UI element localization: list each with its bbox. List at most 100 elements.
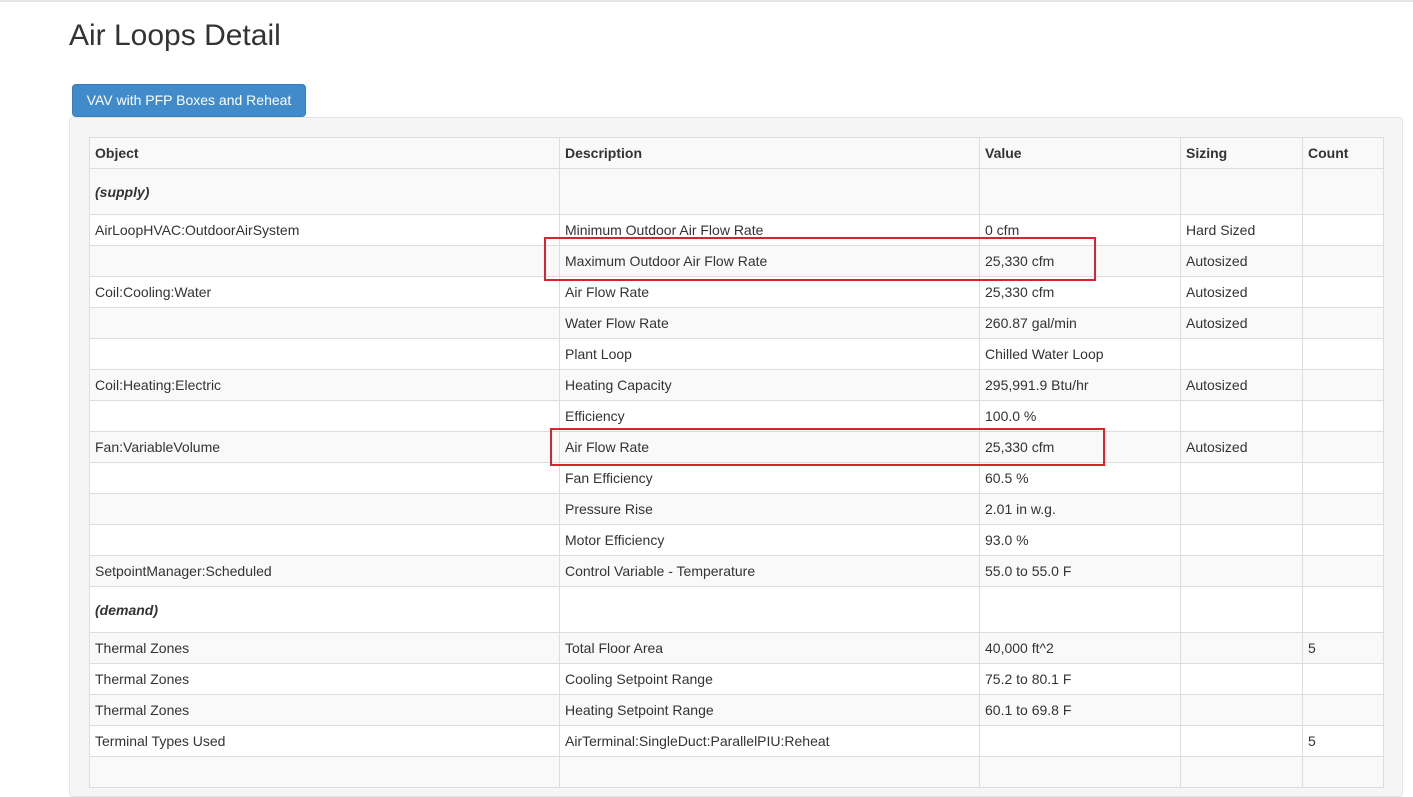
cell-description: Heating Setpoint Range — [559, 694, 980, 726]
cell-sizing — [1180, 462, 1303, 494]
cell-value: 25,330 cfm — [979, 431, 1181, 463]
section-label: (supply) — [89, 168, 560, 215]
table-row — [89, 756, 1384, 788]
cell-sizing: Autosized — [1180, 369, 1303, 401]
cell-value: 25,330 cfm — [979, 245, 1181, 277]
table-row: Efficiency 100.0 % — [89, 400, 1384, 432]
top-divider — [0, 0, 1413, 2]
table-section-row: (demand) — [89, 586, 1384, 633]
cell-description: Pressure Rise — [559, 493, 980, 525]
cell-description — [559, 756, 980, 788]
cell-description: Control Variable - Temperature — [559, 555, 980, 587]
cell-description: Maximum Outdoor Air Flow Rate — [559, 245, 980, 277]
cell-sizing — [1180, 756, 1303, 788]
cell-description: Water Flow Rate — [559, 307, 980, 339]
cell-value: 60.1 to 69.8 F — [979, 694, 1181, 726]
cell-sizing: Autosized — [1180, 245, 1303, 277]
cell-object: Coil:Cooling:Water — [89, 276, 560, 308]
cell-value: 60.5 % — [979, 462, 1181, 494]
cell-sizing — [1180, 725, 1303, 757]
cell-count — [1302, 276, 1384, 308]
cell-description: Fan Efficiency — [559, 462, 980, 494]
cell-count — [1302, 663, 1384, 695]
table-section-row: (supply) — [89, 168, 1384, 215]
table-cell — [559, 168, 980, 215]
table-row: SetpointManager:Scheduled Control Variab… — [89, 555, 1384, 587]
cell-sizing — [1180, 493, 1303, 525]
table-row: Thermal Zones Cooling Setpoint Range 75.… — [89, 663, 1384, 695]
cell-value: 40,000 ft^2 — [979, 632, 1181, 664]
cell-object: Coil:Heating:Electric — [89, 369, 560, 401]
column-header-sizing: Sizing — [1180, 137, 1303, 169]
cell-sizing: Autosized — [1180, 431, 1303, 463]
table-row: Coil:Heating:Electric Heating Capacity 2… — [89, 369, 1384, 401]
cell-sizing — [1180, 663, 1303, 695]
section-label: (demand) — [89, 586, 560, 633]
cell-object: Thermal Zones — [89, 632, 560, 664]
cell-description: Minimum Outdoor Air Flow Rate — [559, 214, 980, 246]
table-cell — [1180, 168, 1303, 215]
cell-description: Heating Capacity — [559, 369, 980, 401]
cell-value: 0 cfm — [979, 214, 1181, 246]
cell-description: Air Flow Rate — [559, 431, 980, 463]
cell-object: SetpointManager:Scheduled — [89, 555, 560, 587]
cell-sizing: Autosized — [1180, 307, 1303, 339]
cell-object: Thermal Zones — [89, 663, 560, 695]
table-cell — [979, 168, 1181, 215]
cell-sizing — [1180, 524, 1303, 556]
cell-value — [979, 725, 1181, 757]
cell-count — [1302, 524, 1384, 556]
cell-value: 93.0 % — [979, 524, 1181, 556]
cell-sizing — [1180, 338, 1303, 370]
cell-description: Air Flow Rate — [559, 276, 980, 308]
cell-object: Terminal Types Used — [89, 725, 560, 757]
air-loops-detail-table: Object Description Value Sizing Count (s… — [89, 137, 1384, 788]
cell-object: AirLoopHVAC:OutdoorAirSystem — [89, 214, 560, 246]
cell-value: 25,330 cfm — [979, 276, 1181, 308]
cell-sizing — [1180, 694, 1303, 726]
cell-count — [1302, 756, 1384, 788]
table-row: AirLoopHVAC:OutdoorAirSystem Minimum Out… — [89, 214, 1384, 246]
table-row: Coil:Cooling:Water Air Flow Rate 25,330 … — [89, 276, 1384, 308]
column-header-object: Object — [89, 137, 560, 169]
column-header-description: Description — [559, 137, 980, 169]
table-row: Maximum Outdoor Air Flow Rate 25,330 cfm… — [89, 245, 1384, 277]
column-header-count: Count — [1302, 137, 1384, 169]
table-row: Plant Loop Chilled Water Loop — [89, 338, 1384, 370]
cell-object — [89, 400, 560, 432]
cell-object — [89, 307, 560, 339]
cell-sizing — [1180, 632, 1303, 664]
cell-object — [89, 493, 560, 525]
cell-sizing — [1180, 400, 1303, 432]
table-row: Thermal Zones Heating Setpoint Range 60.… — [89, 694, 1384, 726]
cell-count — [1302, 307, 1384, 339]
cell-value: Chilled Water Loop — [979, 338, 1181, 370]
table-cell — [1302, 168, 1384, 215]
cell-object — [89, 756, 560, 788]
cell-value: 295,991.9 Btu/hr — [979, 369, 1181, 401]
cell-count — [1302, 431, 1384, 463]
cell-count — [1302, 369, 1384, 401]
table-row: Motor Efficiency 93.0 % — [89, 524, 1384, 556]
cell-count — [1302, 338, 1384, 370]
table-cell — [1180, 586, 1303, 633]
cell-sizing: Autosized — [1180, 276, 1303, 308]
cell-object — [89, 245, 560, 277]
table-row: Terminal Types Used AirTerminal:SingleDu… — [89, 725, 1384, 757]
cell-value: 260.87 gal/min — [979, 307, 1181, 339]
table-cell — [1302, 586, 1384, 633]
table-cell — [559, 586, 980, 633]
table-header-row: Object Description Value Sizing Count — [89, 137, 1384, 169]
cell-count — [1302, 400, 1384, 432]
cell-description: AirTerminal:SingleDuct:ParallelPIU:Rehea… — [559, 725, 980, 757]
table-row: Pressure Rise 2.01 in w.g. — [89, 493, 1384, 525]
cell-description: Cooling Setpoint Range — [559, 663, 980, 695]
cell-sizing: Hard Sized — [1180, 214, 1303, 246]
cell-object — [89, 524, 560, 556]
column-header-value: Value — [979, 137, 1181, 169]
tab-vav-pfp-reheat[interactable]: VAV with PFP Boxes and Reheat — [72, 84, 306, 117]
cell-value: 100.0 % — [979, 400, 1181, 432]
cell-value — [979, 756, 1181, 788]
cell-value: 75.2 to 80.1 F — [979, 663, 1181, 695]
cell-object: Fan:VariableVolume — [89, 431, 560, 463]
